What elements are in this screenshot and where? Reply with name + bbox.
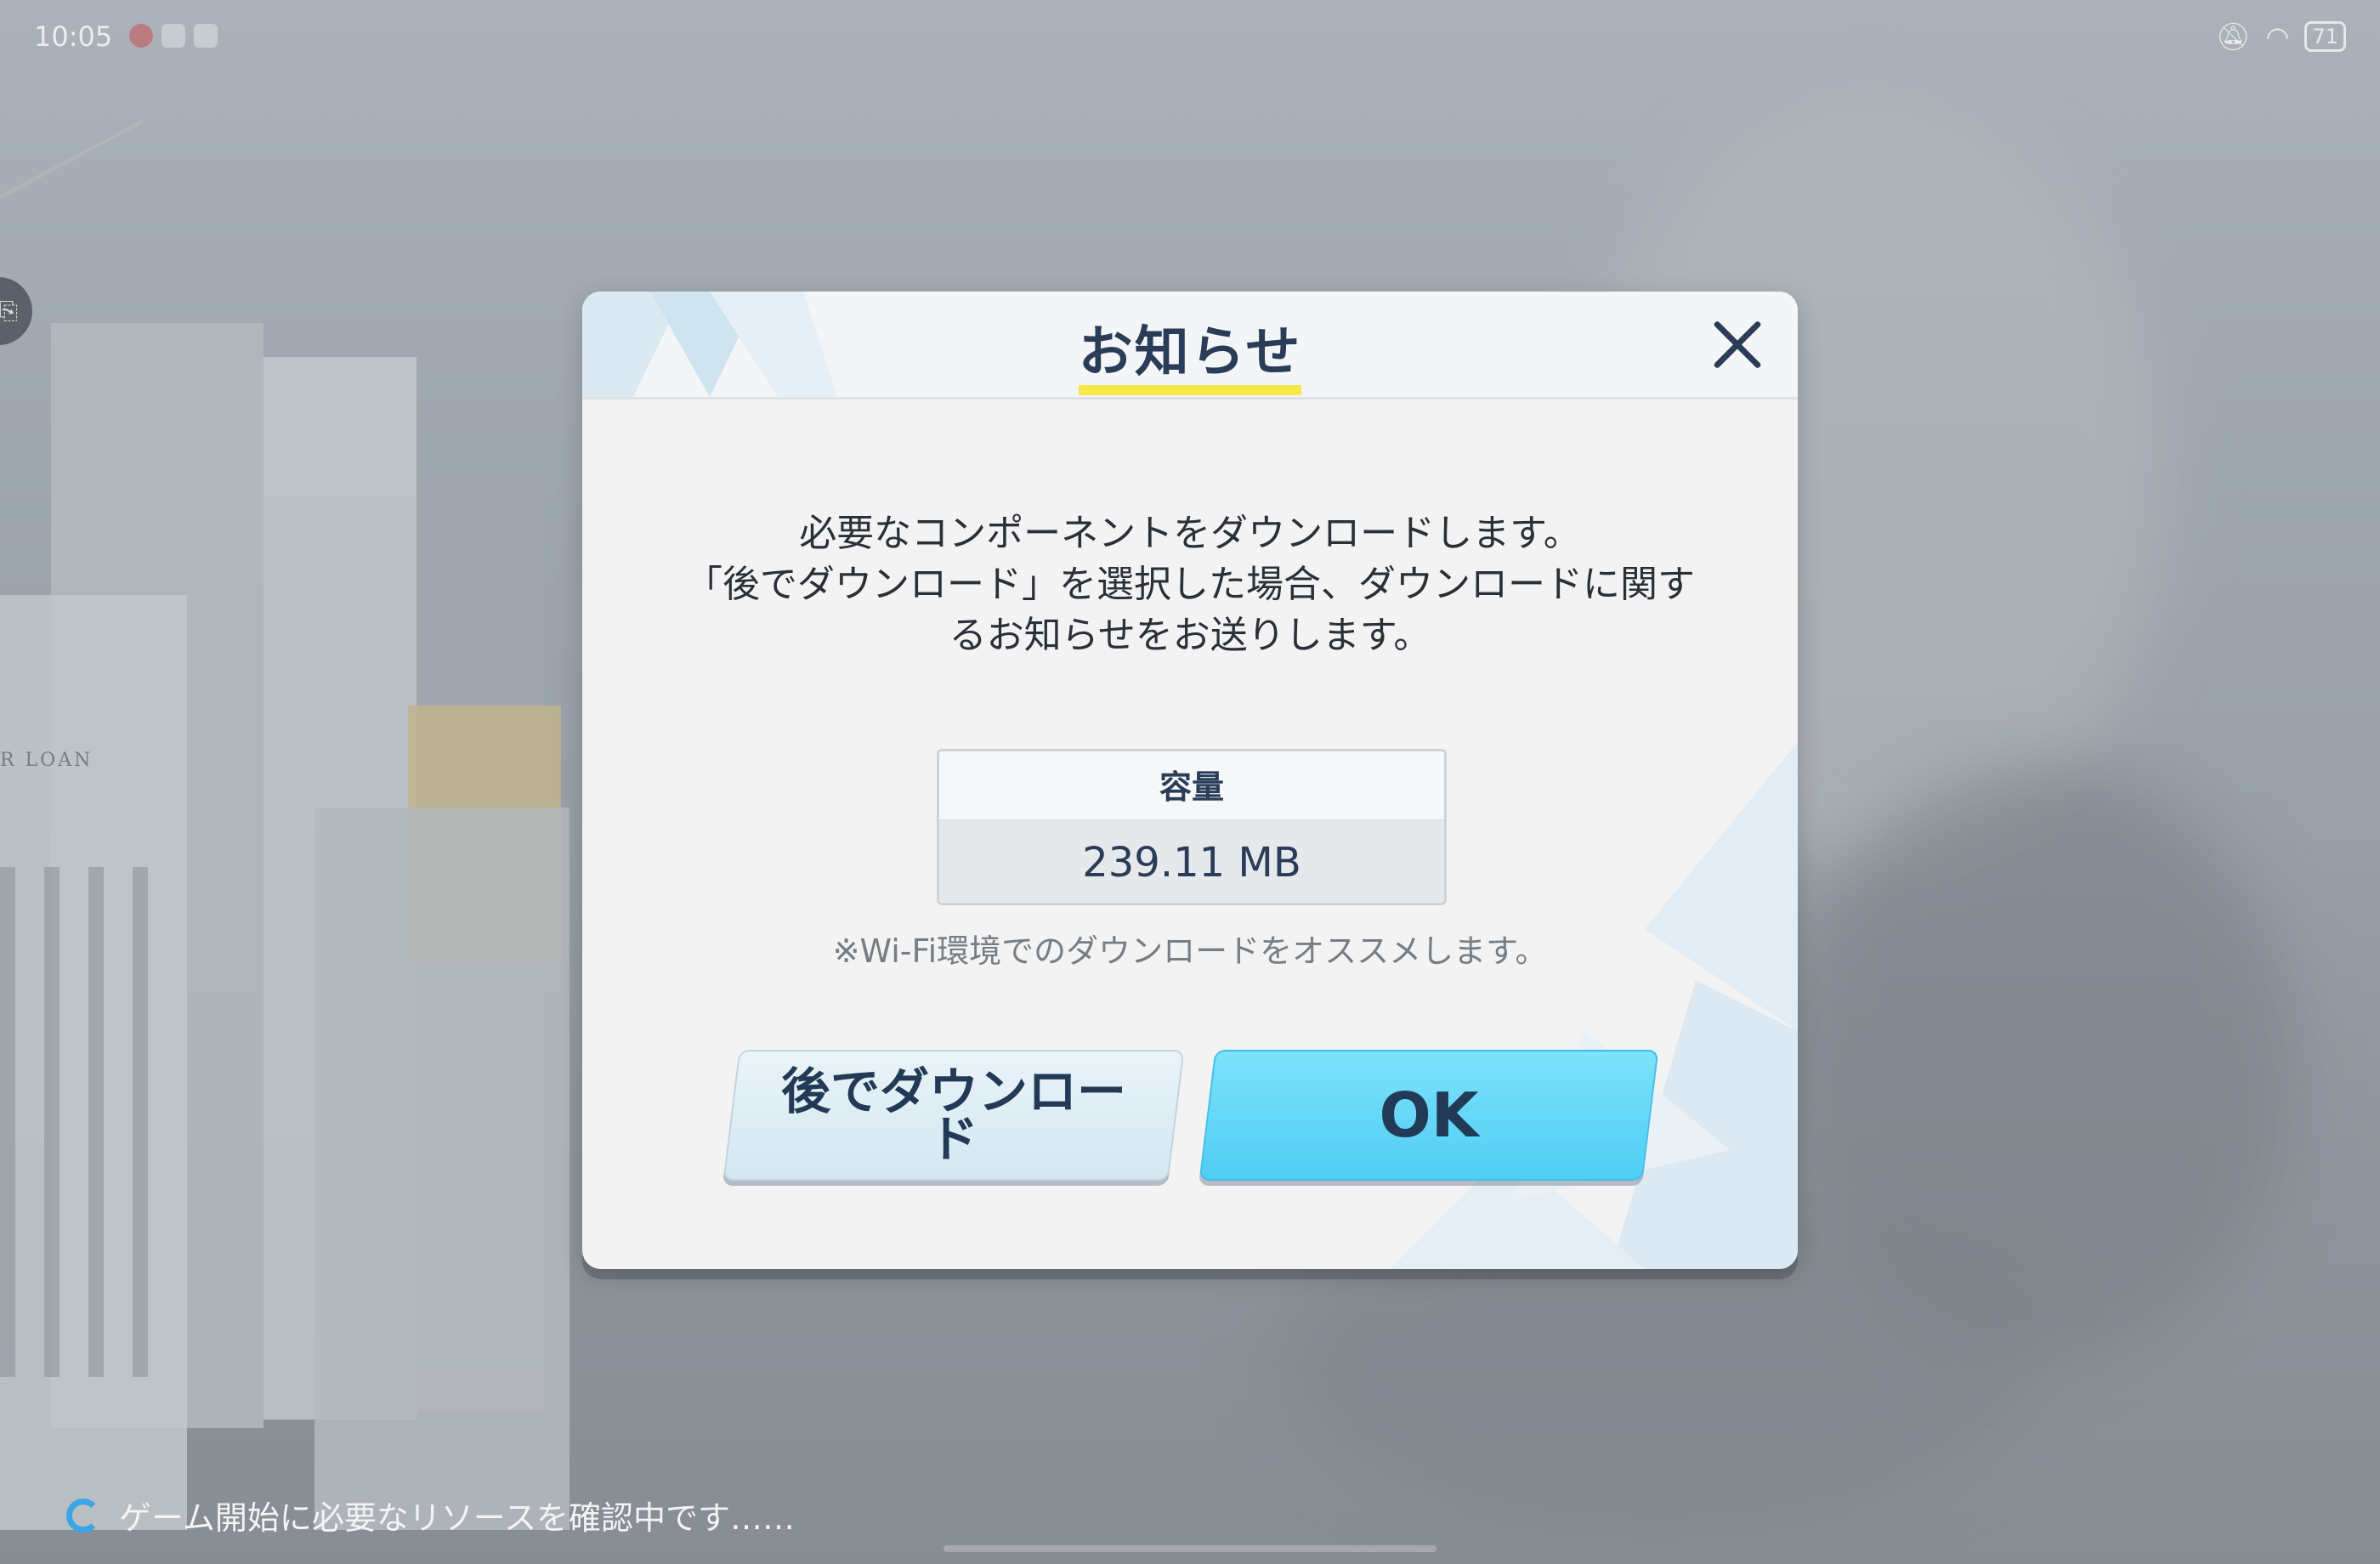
message-line: 「後でダウンロード」を選択した場合、ダウンロードに関す	[685, 563, 1695, 606]
download-later-button[interactable]: 後でダウンロード	[722, 1050, 1185, 1181]
home-indicator[interactable]	[944, 1545, 1436, 1552]
wifi-note: ※Wi-Fi環境でのダウンロードをオススメします。	[832, 932, 1548, 970]
close-icon[interactable]	[1704, 312, 1769, 377]
wifi-icon: ◠	[2265, 20, 2290, 53]
dialog-message: 必要なコンポーネントをダウンロードします。 「後でダウンロード」を選択した場合、…	[650, 508, 1730, 661]
size-label: 容量	[939, 751, 1444, 821]
loading-text: ゲーム開始に必要なリソースを確認中です……	[119, 1499, 795, 1537]
notification-icon	[162, 24, 185, 48]
loading-status: ゲーム開始に必要なリソースを確認中です……	[66, 1492, 795, 1538]
ok-button[interactable]: OK	[1198, 1050, 1659, 1181]
loading-spinner-icon	[66, 1498, 100, 1533]
size-value: 239.11 MB	[939, 821, 1444, 902]
system-icons: 🔕︎ ◠ 71	[2216, 20, 2346, 53]
download-later-label: 後でダウンロード	[780, 1062, 1126, 1168]
mute-icon: 🔕︎	[2215, 20, 2251, 53]
notification-icons	[129, 24, 218, 48]
message-line: るお知らせをお送りします。	[949, 614, 1431, 657]
message-line: 必要なコンポーネントをダウンロードします。	[799, 512, 1581, 555]
title-underline	[1079, 385, 1301, 395]
notice-dialog: お知らせ 必要なコンポーネントをダウンロードします。 「後でダウンロード」を選択…	[582, 292, 1798, 1269]
notification-icon	[129, 24, 153, 48]
status-bar: 10:05 🔕︎ ◠ 71	[34, 15, 2346, 58]
download-size-box: 容量 239.11 MB	[937, 749, 1447, 905]
battery-icon: 71	[2304, 21, 2346, 52]
status-time: 10:05	[34, 20, 113, 53]
dialog-title: お知らせ	[1078, 321, 1302, 384]
dialog-header: お知らせ	[582, 292, 1798, 400]
ok-label: OK	[1379, 1080, 1479, 1151]
notification-icon	[194, 24, 218, 48]
